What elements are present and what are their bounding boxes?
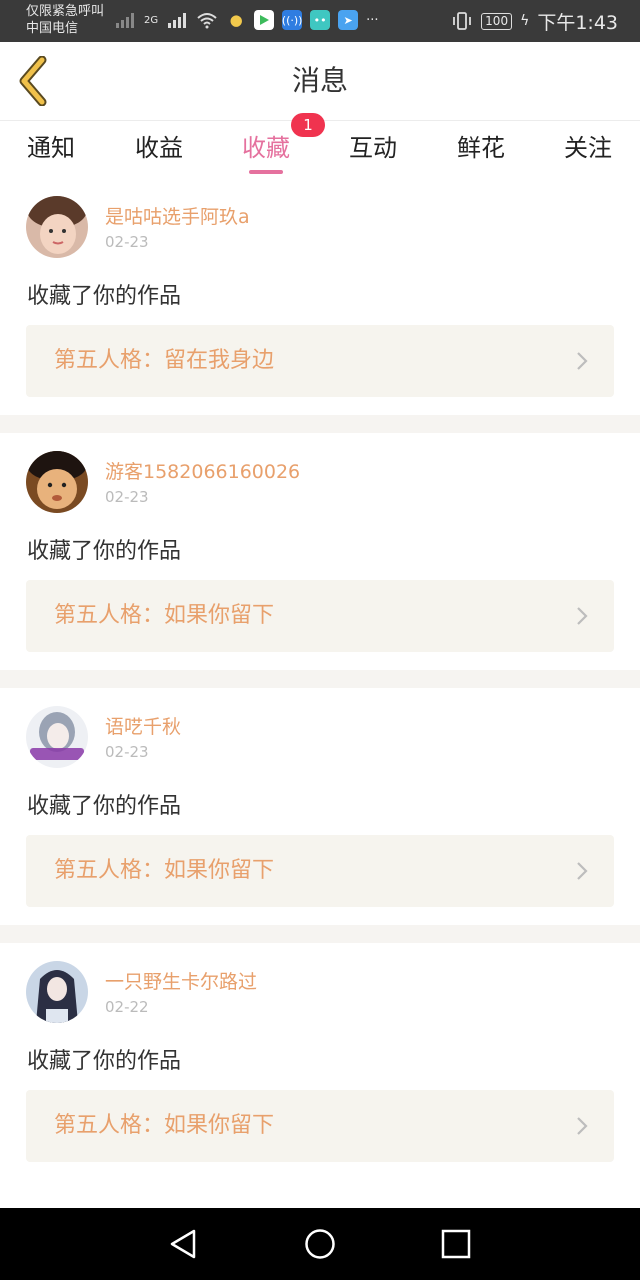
tab-notifications[interactable]: 通知 [6, 121, 96, 177]
work-link[interactable]: 第五人格：如果你留下 [26, 580, 614, 652]
tab-label: 关注 [564, 134, 612, 162]
tab-label: 收藏 [242, 134, 290, 162]
separator [0, 415, 640, 433]
system-nav-bar [0, 1208, 640, 1280]
tab-follows[interactable]: 关注 [543, 121, 633, 177]
back-button[interactable] [14, 55, 54, 107]
tab-bar: 通知 收益 收藏 1 互动 鲜花 关注 [0, 113, 640, 177]
hotspot-app-icon: ((·)) [282, 10, 302, 30]
tab-label: 互动 [349, 134, 397, 162]
message-card: 游客1582066160026 02-23 收藏了你的作品 第五人格：如果你留下 [0, 433, 640, 670]
action-text: 收藏了你的作品 [27, 794, 182, 819]
battery-icon: 100 [481, 12, 513, 30]
nav-recents-button[interactable] [436, 1226, 476, 1262]
chevron-right-icon [577, 862, 588, 880]
unread-badge: 1 [291, 113, 325, 137]
back-arrow-icon [19, 55, 47, 107]
username[interactable]: 一只野生卡尔路过 [105, 967, 257, 994]
tab-earnings[interactable]: 收益 [114, 121, 204, 177]
chevron-right-icon [577, 352, 588, 370]
separator [0, 670, 640, 688]
tab-flowers[interactable]: 鲜花 [436, 121, 526, 177]
action-text: 收藏了你的作品 [27, 284, 182, 309]
tab-label: 收益 [135, 134, 183, 162]
work-link[interactable]: 第五人格：如果你留下 [26, 1090, 614, 1162]
active-tab-indicator [249, 170, 283, 174]
status-bar: 仅限紧急呼叫 中国电信 2G ● ((·)) •• ➤ ··· 100 ϟ 下午… [0, 0, 640, 42]
avatar[interactable] [26, 196, 88, 258]
message-date: 02-23 [105, 488, 149, 506]
avatar[interactable] [26, 961, 88, 1023]
signal-icon [168, 13, 187, 28]
action-text: 收藏了你的作品 [27, 539, 182, 564]
action-text: 收藏了你的作品 [27, 1049, 182, 1074]
wifi-icon [197, 13, 217, 29]
username[interactable]: 语呓千秋 [105, 712, 181, 739]
nav-back-icon [170, 1229, 196, 1259]
avatar[interactable] [26, 706, 88, 768]
avatar[interactable] [26, 451, 88, 513]
work-title: 第五人格：留在我身边 [54, 348, 275, 373]
nav-home-button[interactable] [300, 1226, 340, 1262]
tab-interactions[interactable]: 互动 [328, 121, 418, 177]
clock: 下午1:43 [537, 11, 618, 34]
app-header: 消息 [0, 42, 640, 121]
lightbulb-icon: ● [229, 11, 243, 29]
username[interactable]: 是咕咕选手阿玖a [105, 202, 250, 229]
work-title: 第五人格：如果你留下 [54, 1113, 275, 1138]
overflow-dots: ··· [366, 12, 379, 28]
chevron-right-icon [577, 1117, 588, 1135]
no-signal-icon [116, 13, 134, 28]
username[interactable]: 游客1582066160026 [105, 457, 300, 484]
work-link[interactable]: 第五人格：留在我身边 [26, 325, 614, 397]
vibrate-icon [453, 12, 472, 30]
message-date: 02-22 [105, 998, 149, 1016]
message-card: 是咕咕选手阿玖a 02-23 收藏了你的作品 第五人格：留在我身边 [0, 178, 640, 415]
work-title: 第五人格：如果你留下 [54, 603, 275, 628]
network-type: 2G [144, 14, 159, 26]
chat-app-icon: •• [310, 10, 331, 30]
status-right: 100 ϟ 下午1:43 [451, 0, 618, 42]
message-date: 02-23 [105, 743, 149, 761]
tab-label: 鲜花 [457, 134, 505, 162]
play-app-icon [254, 10, 275, 30]
notification-icons: 2G ● ((·)) •• ➤ ··· [114, 8, 379, 32]
message-list: 是咕咕选手阿玖a 02-23 收藏了你的作品 第五人格：留在我身边 游客1582… [0, 178, 640, 1180]
chevron-right-icon [577, 607, 588, 625]
message-card: 一只野生卡尔路过 02-22 收藏了你的作品 第五人格：如果你留下 [0, 943, 640, 1180]
message-card: 语呓千秋 02-23 收藏了你的作品 第五人格：如果你留下 [0, 688, 640, 925]
page-title: 消息 [291, 64, 348, 97]
message-date: 02-23 [105, 233, 149, 251]
nav-recents-icon [441, 1229, 471, 1259]
work-link[interactable]: 第五人格：如果你留下 [26, 835, 614, 907]
nav-home-icon [305, 1229, 335, 1259]
charging-icon: ϟ [520, 13, 530, 29]
separator [0, 925, 640, 943]
nav-back-button[interactable] [164, 1226, 204, 1262]
work-title: 第五人格：如果你留下 [54, 858, 275, 883]
paper-plane-app-icon: ➤ [338, 10, 359, 30]
carrier-text: 中国电信 [26, 21, 79, 36]
emergency-text: 仅限紧急呼叫 [26, 4, 105, 19]
tab-favorites[interactable]: 收藏 1 [221, 113, 325, 177]
tab-label: 通知 [27, 134, 75, 162]
status-left: 仅限紧急呼叫 中国电信 [26, 3, 104, 37]
